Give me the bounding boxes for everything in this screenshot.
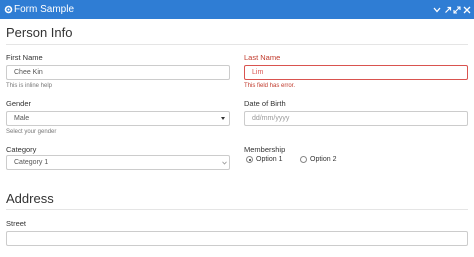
last-name-label: Last Name <box>244 53 281 62</box>
section-divider <box>6 44 468 45</box>
section-divider <box>6 209 468 210</box>
radio-button-checked[interactable] <box>246 156 253 163</box>
last-name-input[interactable]: Lim <box>244 65 468 80</box>
dropdown-caret-icon <box>221 117 225 120</box>
close-icon[interactable] <box>461 3 473 16</box>
membership-label: Membership <box>244 145 286 154</box>
gender-help: Select your gender <box>6 129 57 135</box>
category-selected: Category 1 <box>14 159 49 166</box>
window-title: Form Sample <box>14 4 75 15</box>
first-name-label: First Name <box>6 53 43 62</box>
gender-label: Gender <box>6 99 32 108</box>
street-input[interactable] <box>6 231 468 246</box>
gender-selected: Male <box>14 115 30 122</box>
date-of-birth-label: Date of Birth <box>244 99 286 108</box>
chevron-down-icon <box>220 156 229 169</box>
membership-option-2-label: Option 2 <box>310 156 337 163</box>
category-label: Category <box>6 145 37 154</box>
form-sample-window: Form Sample Person Info First Name Chee … <box>0 0 474 257</box>
section-title-person-info: Person Info <box>6 25 73 40</box>
radio-button[interactable] <box>300 156 307 163</box>
title-bar: Form Sample <box>0 0 474 19</box>
first-name-help: This is inline help <box>6 83 53 89</box>
first-name-input[interactable]: Chee Kin <box>6 65 230 80</box>
first-name-value: Chee Kin <box>14 69 43 76</box>
section-title-address: Address <box>6 191 54 206</box>
membership-option-1-label: Option 1 <box>256 156 283 163</box>
membership-option-1[interactable]: Option 1 <box>246 156 282 163</box>
street-label: Street <box>6 219 27 228</box>
gear-icon <box>4 4 14 15</box>
gender-select[interactable]: Male <box>6 111 230 126</box>
category-select[interactable]: Category 1 <box>6 155 230 170</box>
membership-option-2[interactable]: Option 2 <box>300 156 336 163</box>
date-of-birth-input[interactable]: dd/mm/yyyy <box>244 111 468 126</box>
date-of-birth-placeholder: dd/mm/yyyy <box>252 115 290 122</box>
last-name-error: This field has error. <box>244 83 296 89</box>
last-name-value: Lim <box>252 69 264 76</box>
form-content: Person Info First Name Chee Kin This is … <box>0 19 474 257</box>
